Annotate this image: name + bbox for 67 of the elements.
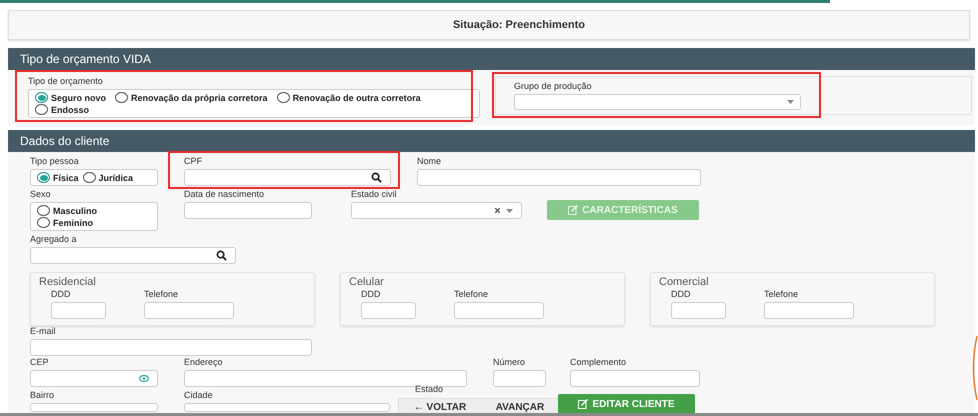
select-field[interactable] — [514, 94, 801, 110]
field-label: Estado — [415, 384, 444, 395]
ddd-field[interactable] — [361, 302, 416, 319]
field-label: Complemento — [570, 357, 628, 368]
eye-icon[interactable] — [139, 375, 149, 382]
field-label: Estado civil — [351, 189, 398, 200]
field-label: Data de nascimento — [184, 189, 266, 200]
field-label: CPF — [184, 156, 203, 167]
edit-icon — [578, 399, 588, 409]
radio-option[interactable]: Jurídica — [82, 172, 134, 183]
radio-option[interactable]: Masculino — [37, 205, 98, 216]
clear-icon[interactable] — [495, 208, 500, 213]
arc-drawing — [970, 335, 978, 401]
input-field[interactable] — [30, 370, 158, 387]
radio-option[interactable]: Física — [37, 172, 79, 183]
phone-field[interactable] — [454, 302, 544, 319]
next-button[interactable]: AVANÇAR — [492, 402, 548, 412]
field-label: DDD — [671, 289, 692, 300]
field-label: Telefone — [454, 289, 490, 300]
input-field[interactable] — [493, 370, 546, 387]
panel-title: Celular — [349, 276, 385, 289]
radio-option[interactable]: Endosso — [35, 104, 90, 115]
caret-icon — [506, 208, 513, 212]
search-field[interactable] — [184, 169, 391, 186]
input-field[interactable] — [417, 169, 701, 186]
edit-icon — [568, 205, 578, 215]
select-field[interactable] — [351, 202, 522, 219]
radio-option[interactable]: Renovação de outra corretora — [276, 92, 421, 103]
panel-title: Comercial — [659, 276, 710, 289]
ddd-field[interactable] — [671, 302, 726, 319]
search-field[interactable] — [30, 247, 236, 264]
search-icon[interactable] — [216, 250, 227, 261]
radio-option[interactable]: Seguro novo — [35, 92, 106, 103]
field-label: DDD — [51, 289, 72, 300]
input-field[interactable] — [30, 403, 158, 412]
field-label: Telefone — [764, 289, 800, 300]
input-field[interactable] — [184, 403, 390, 412]
field-label: DDD — [361, 289, 382, 300]
section-header: Dados do cliente — [8, 130, 975, 152]
field-label: CEP — [30, 357, 50, 368]
field-label: Grupo de produção — [514, 81, 593, 92]
field-label: Bairro — [30, 390, 56, 401]
email-field[interactable] — [30, 339, 312, 356]
field-label: Nome — [417, 156, 442, 167]
date-field[interactable] — [184, 202, 312, 219]
ddd-field[interactable] — [51, 302, 106, 319]
caret-icon — [787, 100, 794, 104]
field-label: Tipo de orçamento — [28, 76, 104, 87]
field-label: Cidade — [184, 390, 214, 401]
input-field[interactable] — [570, 370, 700, 387]
back-button[interactable]: ← VOLTAR — [410, 402, 470, 412]
radio-option[interactable]: Renovação da própria corretora — [115, 92, 268, 103]
input-field[interactable] — [184, 370, 467, 387]
panel-title: Residencial — [39, 276, 97, 289]
radio-option[interactable]: Feminino — [37, 217, 93, 228]
phone-field[interactable] — [144, 302, 234, 319]
field-label: Tipo pessoa — [30, 156, 80, 167]
field-label: Sexo — [30, 189, 52, 200]
search-icon[interactable] — [371, 172, 382, 183]
field-label: E-mail — [30, 326, 57, 337]
field-label: Endereço — [184, 357, 224, 368]
field-label: Número — [493, 357, 526, 368]
section-header: Tipo de orçamento VIDA — [8, 48, 975, 70]
status-text: Situação: Preenchimento — [452, 19, 586, 31]
field-label: Telefone — [144, 289, 180, 300]
phone-field[interactable] — [764, 302, 854, 319]
field-label: Agregado a — [30, 234, 78, 245]
